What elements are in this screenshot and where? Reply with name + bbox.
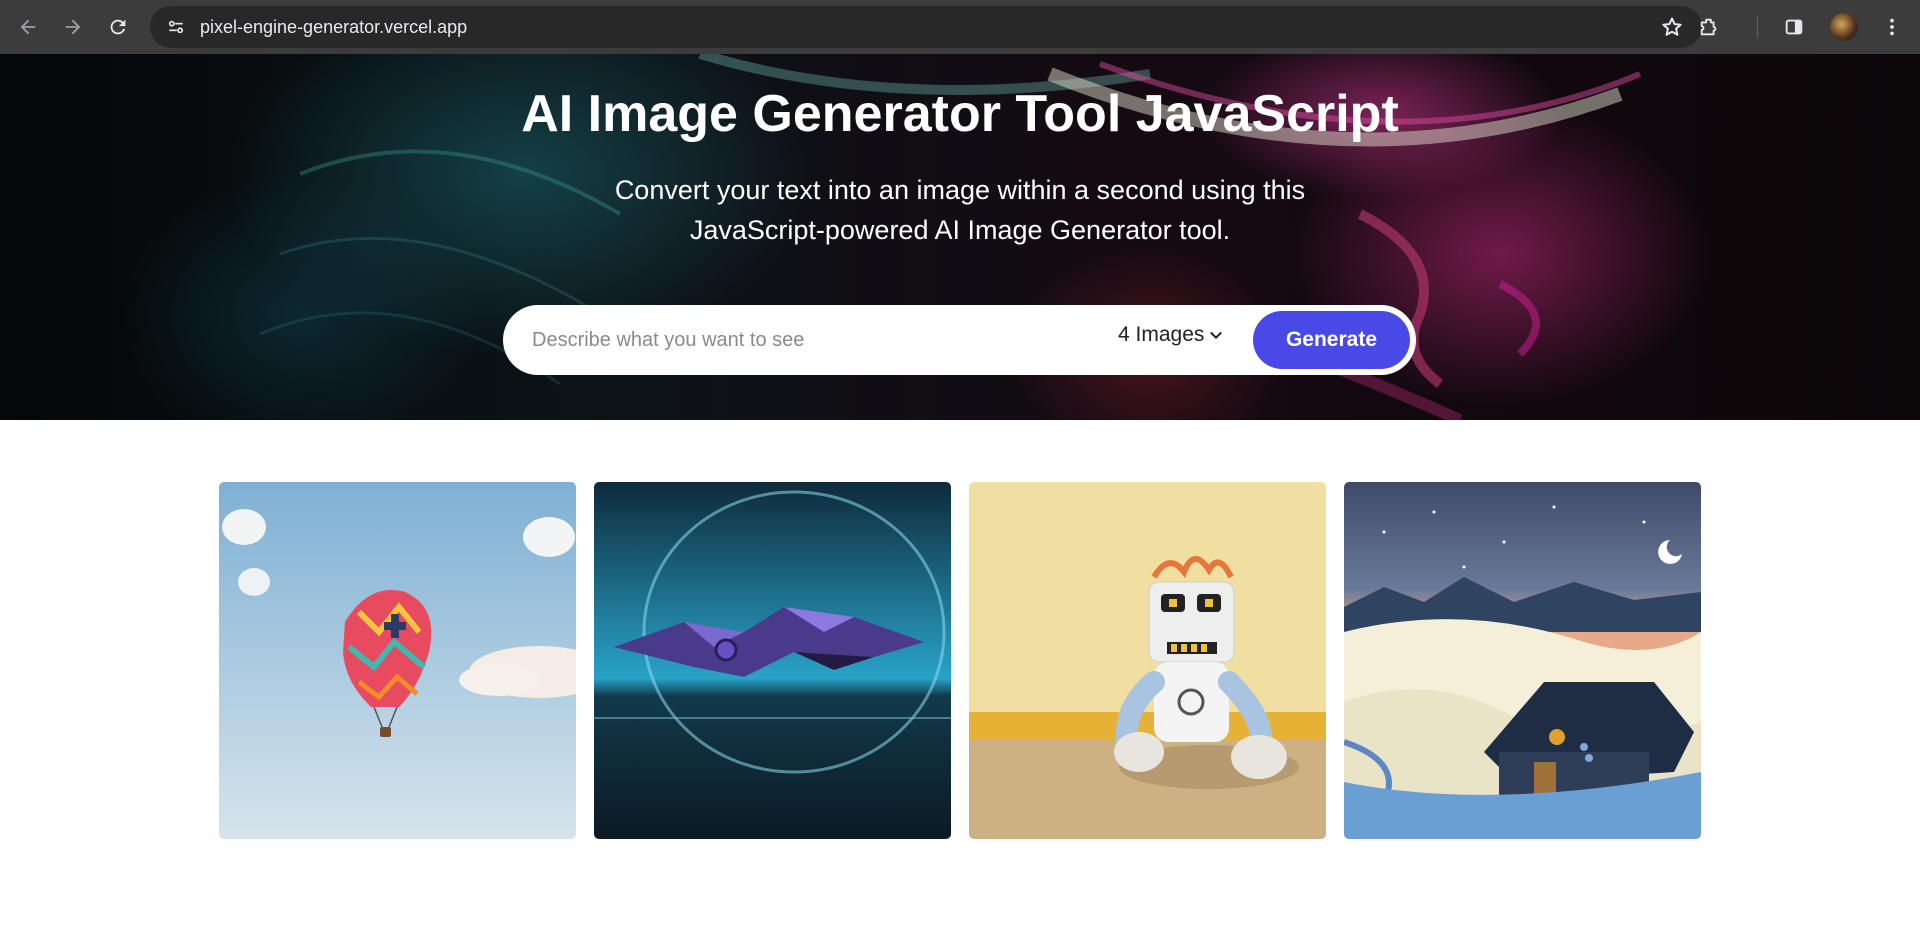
gallery-image-balloon[interactable] <box>219 482 576 839</box>
url-text: pixel-engine-generator.vercel.app <box>200 16 468 37</box>
hero-section: AI Image Generator Tool JavaScript Conve… <box>0 54 1920 420</box>
gallery-image-cabin[interactable] <box>1344 482 1701 839</box>
site-settings-icon[interactable] <box>156 7 196 47</box>
snowy-cabin-image <box>1344 482 1701 839</box>
subtitle-line-1: Convert your text into an image within a… <box>614 175 1306 205</box>
image-count-select[interactable]: 4 Images <box>1118 323 1224 347</box>
address-bar[interactable]: pixel-engine-generator.vercel.app <box>150 6 1702 48</box>
bookmark-star-icon[interactable] <box>1660 15 1684 39</box>
image-gallery <box>219 482 1701 839</box>
subtitle-line-2: JavaScript-powered AI Image Generator to… <box>689 215 1231 245</box>
more-menu-icon[interactable] <box>1870 5 1914 49</box>
avatar <box>1830 13 1858 41</box>
side-panel-icon[interactable] <box>1772 5 1816 49</box>
generate-button[interactable]: Generate <box>1253 311 1410 369</box>
page-subtitle: Convert your text into an image within a… <box>530 170 1390 250</box>
page-title: AI Image Generator Tool JavaScript <box>521 85 1399 143</box>
prompt-input[interactable] <box>532 320 1092 360</box>
back-arrow-icon[interactable] <box>6 5 50 49</box>
gallery-image-robot[interactable] <box>969 482 1326 839</box>
hot-air-balloon-image <box>219 482 576 839</box>
toolbar-actions <box>1687 0 1920 54</box>
prompt-form: 4 Images Generate <box>503 305 1416 375</box>
gallery-image-spaceship[interactable] <box>594 482 951 839</box>
image-count-value: 4 Images <box>1118 323 1205 346</box>
spaceship-image <box>594 482 951 839</box>
profile-avatar[interactable] <box>1822 5 1866 49</box>
reload-icon[interactable] <box>96 5 140 49</box>
toolbar-separator <box>1757 16 1758 38</box>
chevron-down-icon <box>1210 332 1223 339</box>
plush-robot-image <box>969 482 1326 839</box>
forward-arrow-icon[interactable] <box>51 5 95 49</box>
extensions-icon[interactable] <box>1687 5 1731 49</box>
browser-toolbar: pixel-engine-generator.vercel.app <box>0 0 1920 54</box>
